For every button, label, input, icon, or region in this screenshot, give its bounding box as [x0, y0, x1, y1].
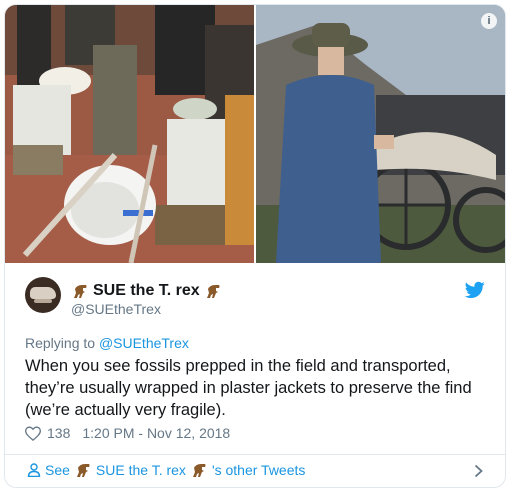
tweet-text-line: (we’re actually very fragile).	[25, 401, 226, 419]
tweet-header: SUE the T. rex @SUEtheTrex	[25, 277, 485, 321]
tweet-text-line: When you see fossils prepped in the fiel…	[25, 357, 451, 375]
t-rex-emoji-icon	[74, 285, 87, 298]
footer-author-name: SUE the T. rex	[95, 462, 186, 478]
photo-field-excavation[interactable]	[5, 5, 254, 263]
reply-to-link[interactable]: @SUEtheTrex	[99, 335, 189, 351]
photo-wagon[interactable]	[256, 5, 505, 263]
footer-see-text: See	[45, 462, 70, 478]
chevron-right-icon[interactable]	[474, 464, 483, 478]
tweet-text-line: they’re usually wrapped in plaster jacke…	[25, 379, 472, 397]
t-rex-emoji-icon	[206, 285, 220, 298]
replying-to: Replying to @SUEtheTrex	[25, 335, 189, 351]
t-rex-emoji-icon	[76, 464, 90, 477]
tweet-timestamp[interactable]: 1:20 PM - Nov 12, 2018	[82, 425, 230, 441]
twitter-bird-icon[interactable]	[465, 281, 485, 299]
tweet-text: When you see fossils prepped in the fiel…	[25, 355, 487, 421]
info-icon[interactable]: i	[481, 13, 497, 29]
tweet-meta: 138 1:20 PM - Nov 12, 2018	[25, 423, 230, 443]
reply-prefix: Replying to	[25, 335, 96, 351]
footer-suffix-text: 's other Tweets	[211, 462, 306, 478]
author-handle[interactable]: @SUEtheTrex	[71, 301, 161, 317]
like-count[interactable]: 138	[47, 425, 70, 441]
tweet-card: i SUE the T. rex @SUEtheTrex Replying to…	[4, 4, 506, 488]
heart-icon[interactable]	[25, 425, 41, 441]
see-other-tweets-link[interactable]: See SUE the T. rex 's other Tweets	[27, 461, 305, 479]
author-name-row[interactable]: SUE the T. rex	[71, 281, 222, 301]
tweet-footer[interactable]: See SUE the T. rex 's other Tweets	[5, 454, 505, 487]
tweet-media[interactable]: i	[5, 5, 505, 263]
author-display-name[interactable]: SUE the T. rex	[93, 282, 200, 300]
avatar[interactable]	[25, 277, 61, 313]
t-rex-emoji-icon	[192, 464, 206, 477]
person-icon	[27, 463, 41, 477]
